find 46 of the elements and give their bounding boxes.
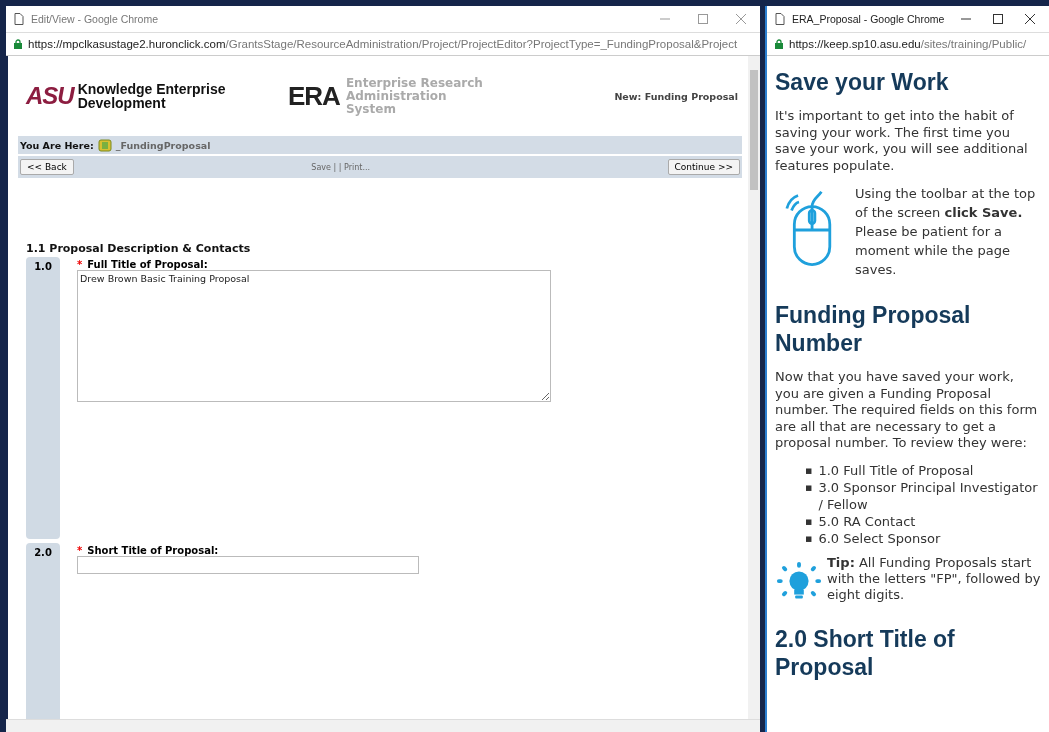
breadcrumb-link[interactable]: _FundingProposal: [115, 139, 211, 151]
lock-icon: [775, 39, 783, 49]
unit-name: Knowledge Enterprise Development: [77, 82, 227, 110]
list-item: 5.0 RA Contact: [818, 512, 916, 530]
continue-button[interactable]: Continue >>: [667, 159, 740, 175]
bullet: ▪: [805, 479, 813, 496]
asu-logo: ASU: [26, 84, 74, 108]
url-text: https://mpclkasustage2.huronclick.com/GrantsStage/ResourceAdministration/Project/ProjectEditor?ProjectType=_FundingProposal&Project: [28, 38, 738, 50]
help-heading: Save your Work: [775, 68, 950, 96]
help-heading: 2.0 Short Title of Proposal: [775, 624, 956, 681]
list-item: 3.0 Sponsor Principal Investigator / Fellow: [818, 478, 1039, 513]
page-icon: [775, 13, 785, 25]
question-number: 1.0: [26, 257, 60, 539]
maximize-icon[interactable]: [993, 14, 1003, 24]
close-icon[interactable]: [1025, 14, 1035, 24]
era-logo: ERA: [288, 83, 340, 109]
list-item: 6.0 Select Sponsor: [818, 529, 941, 547]
required-mark: *: [77, 259, 83, 270]
help-heading: Funding Proposal Number: [775, 301, 972, 357]
help-paragraph: It's important to get into the habit of saving your work. The first time you save your work, you will see additional features populate.: [775, 108, 1029, 174]
bullet: ▪: [805, 530, 813, 547]
help-paragraph: Using the toolbar at the top of the screen click Save. Please be patient for a moment while the page saves.: [855, 185, 1037, 279]
money-icon: [97, 138, 112, 152]
tip-text: Tip: All Funding Proposals start with the letters "FP", followed by eight digits.: [827, 554, 1041, 603]
lock-icon: [14, 39, 22, 49]
field-label: Short Title of Proposal:: [87, 545, 219, 556]
title-textarea[interactable]: Drew Brown Basic Training Proposal: [77, 270, 551, 402]
field-label: Full Title of Proposal:: [87, 259, 208, 270]
bullet: ▪: [805, 513, 813, 530]
address-bar[interactable]: https://mpclkasustage2.huronclick.com/GrantsStage/ResourceAdministration/Project/ProjectEditor?ProjectType=_FundingProposal&Project: [6, 32, 760, 56]
window-title: ERA_Proposal - Google Chrome: [792, 13, 945, 25]
help-paragraph: Now that you have saved your work, you are given a Funding Proposal number. The required fields on this form are all that are necessary to get a proposal number. To review they were:: [775, 369, 1039, 452]
toolbar-links[interactable]: Save | | Print...: [311, 162, 371, 172]
address-bar[interactable]: https://keep.sp10.asu.edu/sites/training/Public/: [767, 32, 1049, 56]
url-text: https://keep.sp10.asu.edu/sites/training/Public/: [789, 38, 1027, 50]
window-title: Edit/View - Google Chrome: [31, 13, 159, 25]
page-icon: [14, 13, 24, 25]
back-button[interactable]: << Back: [20, 159, 74, 175]
page-label: New: Funding Proposal: [614, 90, 738, 102]
list-item: 1.0 Full Title of Proposal: [818, 461, 974, 479]
bullet: ▪: [805, 462, 813, 479]
system-name: Enterprise Research Administration System: [345, 76, 484, 116]
section-title: 1.1 Proposal Description & Contacts: [26, 242, 252, 255]
breadcrumb-label: You Are Here:: [20, 139, 94, 151]
short-title-field[interactable]: [77, 556, 419, 574]
required-mark: *: [77, 545, 83, 556]
